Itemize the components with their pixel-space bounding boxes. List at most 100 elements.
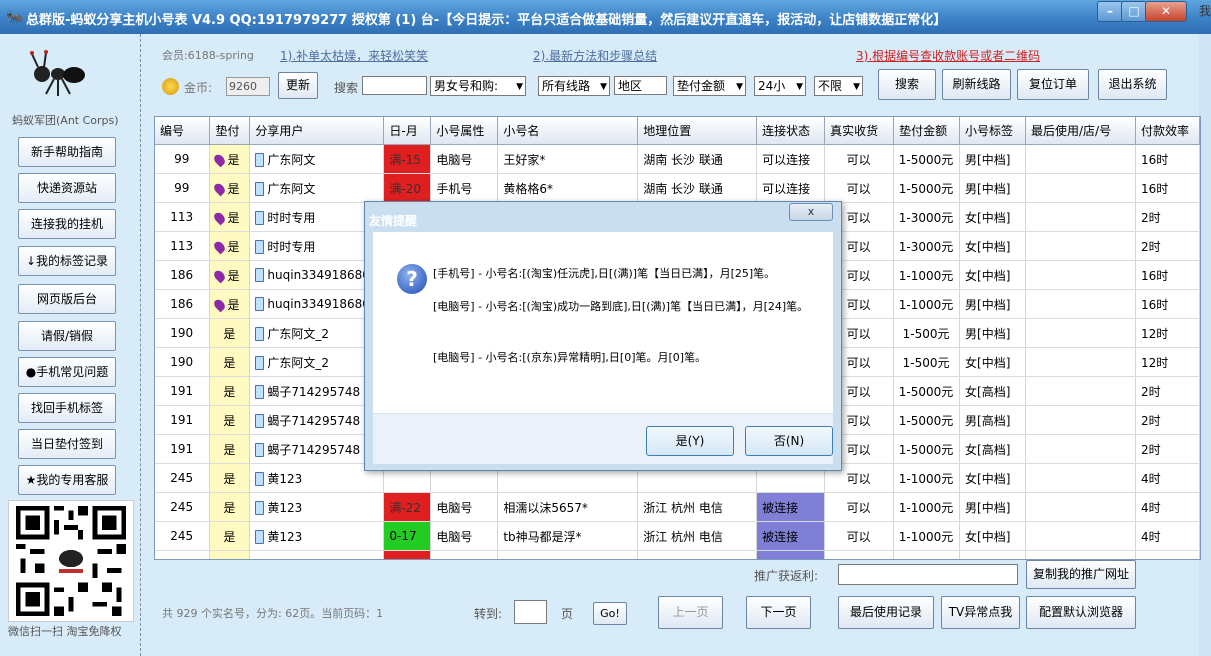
cell-amount: 1-5000元: [893, 144, 961, 174]
cell-amount: 1-2000元: [893, 550, 961, 559]
cell-share-user-text: 时时专用: [267, 210, 316, 225]
question-icon: ?: [397, 264, 427, 294]
recover-phone-tag-button[interactable]: 找回手机标签: [18, 393, 116, 423]
cell-id: 245: [155, 492, 211, 522]
dialog-no-button[interactable]: 否(N): [745, 426, 833, 456]
next-page-button[interactable]: 下一页: [746, 596, 811, 629]
last-used-record-button[interactable]: 最后使用记录: [838, 596, 934, 629]
link-relax[interactable]: 1).补单太枯燥，来轻松笑笑: [280, 47, 428, 64]
tv-exception-button[interactable]: TV异常点我: [941, 596, 1020, 629]
column-header[interactable]: 小号名: [497, 117, 639, 145]
column-header[interactable]: 日-月: [383, 117, 432, 145]
region-input[interactable]: 地区: [614, 76, 667, 95]
table-row[interactable]: 245 是 黄123 满-22 电脑号 相濡以沫5657* 浙江 杭州 电信 被连接 可以 1-1…: [155, 492, 1200, 522]
dialog-message-2: [电脑号] - 小号名:[(淘宝)成功一路到底],日[(满)]笔【当日已满】，月…: [433, 300, 809, 313]
table-row[interactable]: 245 是 黄123 0-17 电脑号 tb神马都是浮* 浙江 杭州 电信 被连接 可以 1-10…: [155, 521, 1200, 551]
member-label: 会员:6188-spring: [162, 49, 254, 62]
cell-share-user-text: 黄123: [267, 471, 303, 486]
cell-advance: 是: [209, 463, 251, 493]
go-button[interactable]: Go!: [593, 602, 627, 625]
dialog-yes-button[interactable]: 是(Y): [646, 426, 734, 456]
prev-page-button[interactable]: 上一页: [658, 596, 723, 629]
search-input[interactable]: [362, 76, 427, 95]
table-row[interactable]: 99 是 广东阿文 满-20 手机号 黄格格6* 湖南 长沙 联通 可以连接 可以 1-5000元…: [155, 173, 1200, 203]
cell-account-tag-text: 女[中档]: [965, 239, 1011, 254]
column-header[interactable]: 地理位置: [637, 117, 758, 145]
close-button[interactable]: ✕: [1145, 1, 1187, 22]
column-header[interactable]: 分享用户: [249, 117, 385, 145]
column-header[interactable]: 垫付: [209, 117, 251, 145]
cell-efficiency-text: 16时: [1140, 297, 1169, 312]
search-button[interactable]: 搜索: [878, 69, 936, 100]
refresh-coin-button[interactable]: 更新: [278, 72, 318, 99]
column-header[interactable]: 小号标签: [959, 117, 1026, 145]
column-header[interactable]: 垫付金额: [893, 117, 961, 145]
copy-promo-url-button[interactable]: 复制我的推广网址: [1026, 560, 1136, 589]
table-row[interactable]: 278 是 雪月无情 满-22 手机号 童小鸭5* 江苏 盐城 移动 被连接 可以 1-2000元…: [155, 550, 1200, 560]
dialog-footer: 是(Y) 否(N): [373, 413, 833, 464]
cell-amount: 1-500元: [893, 318, 961, 348]
column-header[interactable]: 真实收货: [824, 117, 895, 145]
table-row[interactable]: 99 是 广东阿文 满-15 电脑号 王好家* 湖南 长沙 联通 可以连接 可以 1-5000元男…: [155, 144, 1200, 174]
refresh-lines-button[interactable]: 刷新线路: [942, 69, 1011, 100]
cell-account-tag: 女[中档]: [959, 202, 1026, 232]
cell-account-type: 电脑号: [430, 521, 499, 551]
cell-last-used: [1025, 173, 1136, 203]
amount-select[interactable]: 垫付金额 ▼: [673, 76, 746, 96]
amount-select-value: 垫付金额: [677, 79, 726, 93]
chevron-down-icon: ▼: [853, 82, 860, 92]
column-header[interactable]: 连接状态: [756, 117, 826, 145]
tag-record-button[interactable]: ↓我的标签记录: [18, 246, 116, 276]
cell-account-tag: 女[中档]: [959, 463, 1026, 493]
cell-advance-text: 是: [227, 239, 240, 254]
connect-host-button[interactable]: 连接我的挂机: [18, 209, 116, 239]
cell-account-tag: 男[中档]: [959, 289, 1026, 319]
cell-efficiency: 2时: [1135, 202, 1200, 232]
cell-efficiency: 4时: [1135, 463, 1200, 493]
limit-select[interactable]: 不限 ▼: [814, 76, 863, 96]
cell-amount-text: 1-1000元: [898, 529, 954, 544]
config-browser-button[interactable]: 配置默认浏览器: [1026, 596, 1136, 629]
ant-logo-icon: [30, 50, 85, 96]
newbie-guide-button[interactable]: 新手帮助指南: [18, 137, 116, 167]
gender-select[interactable]: 男女号和购: ▼: [430, 76, 526, 96]
daily-checkin-button[interactable]: 当日垫付签到: [18, 429, 116, 459]
goto-page-input[interactable]: [514, 600, 547, 624]
reset-order-button[interactable]: 复位订单: [1017, 69, 1089, 100]
hours-select[interactable]: 24小 ▼: [754, 76, 806, 96]
location-pin-icon: [212, 239, 228, 255]
line-select-value: 所有线路: [542, 79, 591, 93]
leave-button[interactable]: 请假/销假: [18, 321, 116, 351]
cell-amount-text: 1-500元: [902, 326, 950, 341]
cell-id-text: 191: [170, 384, 194, 398]
cell-account-type-text: 电脑号: [436, 152, 473, 167]
promo-input[interactable]: [838, 564, 1018, 585]
cell-id: 245: [155, 463, 211, 493]
exit-system-button[interactable]: 退出系统: [1098, 69, 1167, 100]
cell-connection: 可以连接: [756, 144, 826, 174]
title-bar: 🐜 总群版-蚂蚁分享主机小号表 V4.9 QQ:1917979277 授权第 (…: [0, 0, 1211, 34]
cell-advance: 是: [209, 289, 251, 319]
cell-real-receipt-text: 可以: [846, 413, 871, 428]
phone-faq-button[interactable]: ●手机常见问题: [18, 357, 116, 387]
cell-amount: 1-500元: [893, 347, 961, 377]
link-query-account[interactable]: 3).根据编号查收款账号或者二维码: [856, 47, 1040, 64]
customer-service-button[interactable]: ★我的专用客服: [18, 465, 116, 495]
dialog-close-button[interactable]: x: [789, 203, 833, 221]
web-backend-button[interactable]: 网页版后台: [18, 284, 116, 314]
maximize-button[interactable]: □: [1121, 1, 1147, 22]
column-header[interactable]: 最后使用/店/号: [1025, 117, 1136, 145]
cell-account-type-text: 手机号: [436, 559, 472, 560]
line-select[interactable]: 所有线路 ▼: [538, 76, 610, 96]
cell-efficiency: 4时: [1135, 492, 1200, 522]
minimize-button[interactable]: –: [1097, 1, 1123, 22]
column-header[interactable]: 小号属性: [430, 117, 499, 145]
cell-last-used: [1025, 202, 1136, 232]
link-method-summary[interactable]: 2).最新方法和步骤总结: [533, 47, 657, 64]
column-header[interactable]: 编号: [155, 117, 211, 145]
coin-value: 9260: [226, 77, 270, 96]
express-resource-button[interactable]: 快递资源站: [18, 173, 116, 203]
column-header[interactable]: 付款效率: [1135, 117, 1200, 145]
cell-advance: 是: [209, 521, 251, 551]
cell-share-user: 广东阿文: [249, 144, 385, 174]
